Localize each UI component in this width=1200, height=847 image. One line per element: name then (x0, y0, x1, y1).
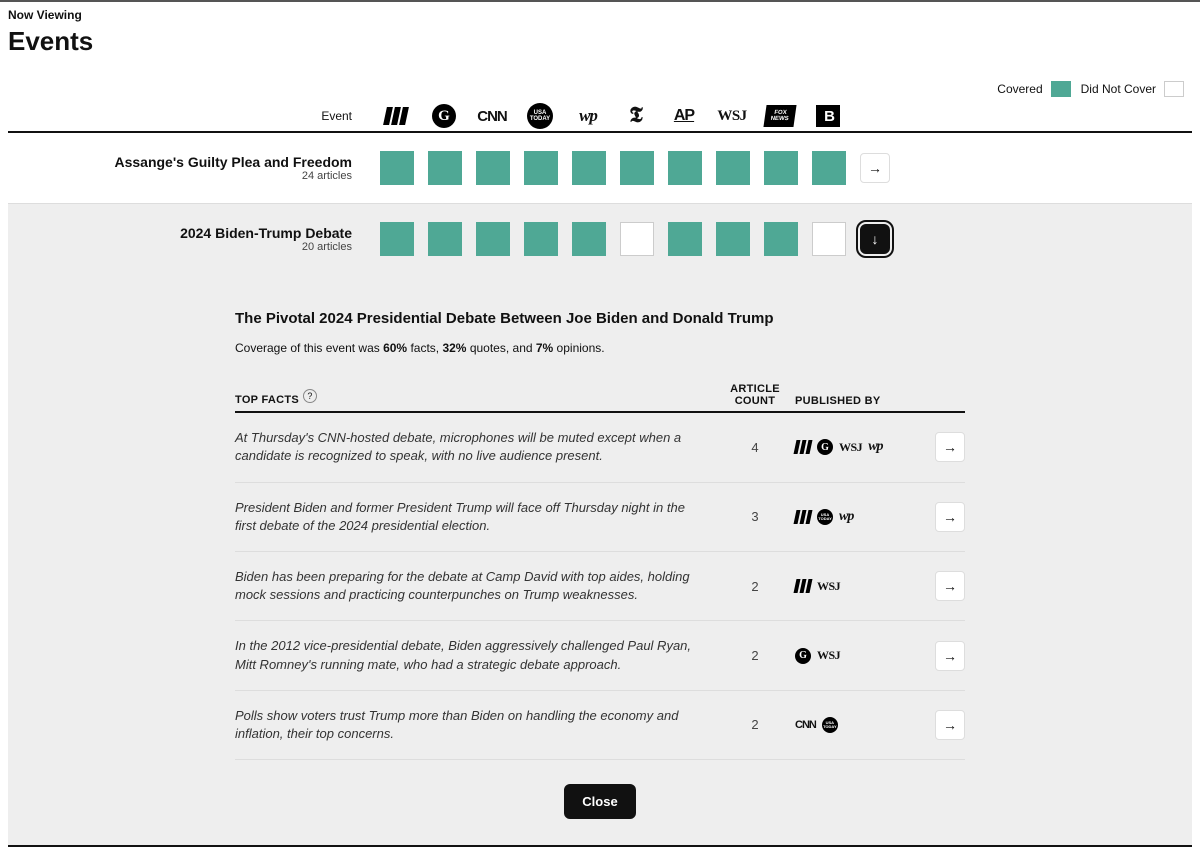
fact-expand-button[interactable]: → (935, 641, 965, 671)
fact-row: At Thursday's CNN-hosted debate, microph… (235, 413, 965, 482)
fact-count: 2 (715, 579, 795, 594)
outlet-usatoday-icon: USATODAY (524, 103, 556, 129)
legend-notcovered-label: Did Not Cover (1081, 82, 1156, 96)
fact-expand-button[interactable]: → (935, 571, 965, 601)
legend-covered-label: Covered (997, 82, 1042, 96)
outlet-wapo-icon: wp (572, 103, 604, 129)
coverage-cell[interactable] (620, 151, 654, 185)
outlet-nyt-icon: 𝕿 (620, 103, 652, 129)
coverage-cell[interactable] (812, 151, 846, 185)
detail-summary: Coverage of this event was 60% facts, 32… (235, 341, 965, 355)
coverage-cell[interactable] (476, 222, 510, 256)
fact-publishers: G WSJ wp (795, 439, 915, 455)
fact-publishers: G WSJ (795, 648, 915, 664)
publisher-guard-icon: G (817, 439, 833, 455)
coverage-cell[interactable] (428, 151, 462, 185)
legend-covered-swatch (1051, 81, 1071, 97)
now-viewing-label: Now Viewing (8, 8, 1192, 22)
publisher-wsj-icon: WSJ (839, 439, 862, 455)
fact-row: In the 2012 vice-presidential debate, Bi… (235, 621, 965, 690)
coverage-cell[interactable] (380, 222, 414, 256)
fact-expand-button[interactable]: → (935, 432, 965, 462)
coverage-cell[interactable] (572, 151, 606, 185)
coverage-cell[interactable] (572, 222, 606, 256)
detail-heading: The Pivotal 2024 Presidential Debate Bet… (235, 310, 965, 327)
coverage-cell[interactable] (524, 151, 558, 185)
event-column-header: Event (8, 109, 366, 123)
publisher-usa-icon: USATODAY (817, 509, 833, 525)
publisher-wsj-icon: WSJ (817, 578, 840, 594)
coverage-cell[interactable] (428, 222, 462, 256)
col-top-facts: Top Facts (235, 394, 299, 406)
event-article-count: 20 articles (8, 241, 352, 253)
publisher-huff-icon (795, 509, 811, 525)
col-published-by: Published By (795, 395, 881, 407)
fact-publishers: CNN USATODAY (795, 717, 915, 733)
outlet-fox-icon: FOXNEWS (764, 103, 796, 129)
fact-row: President Biden and former President Tru… (235, 483, 965, 552)
coverage-cell[interactable] (620, 222, 654, 256)
coverage-cell[interactable] (380, 151, 414, 185)
col-article: Article (730, 383, 780, 395)
event-row: Assange's Guilty Plea and Freedom24 arti… (8, 133, 1192, 203)
publisher-guard-icon: G (795, 648, 811, 664)
fact-row: Polls show voters trust Trump more than … (235, 691, 965, 760)
fact-text: In the 2012 vice-presidential debate, Bi… (235, 637, 715, 673)
event-row: 2024 Biden-Trump Debate20 articles ↓ (8, 203, 1192, 274)
outlet-guardian-icon: G (428, 103, 460, 129)
coverage-cell[interactable] (716, 151, 750, 185)
fact-row: Biden has been preparing for the debate … (235, 552, 965, 621)
fact-expand-button[interactable]: → (935, 502, 965, 532)
publisher-wsj-icon: WSJ (817, 648, 840, 664)
fact-count: 2 (715, 717, 795, 732)
outlet-ap-icon: AP (668, 103, 700, 129)
coverage-cell[interactable] (716, 222, 750, 256)
outlet-cnn-icon: CNN (476, 103, 508, 129)
fact-publishers: USATODAY wp (795, 509, 915, 525)
fact-count: 4 (715, 440, 795, 455)
coverage-cell[interactable] (764, 151, 798, 185)
coverage-cell[interactable] (476, 151, 510, 185)
fact-expand-button[interactable]: → (935, 710, 965, 740)
publisher-huff-icon (795, 439, 811, 455)
close-button[interactable]: Close (564, 784, 635, 819)
coverage-cell[interactable] (668, 151, 702, 185)
fact-count: 3 (715, 509, 795, 524)
legend: Covered Did Not Cover (8, 81, 1192, 97)
event-title: 2024 Biden-Trump Debate (8, 225, 352, 241)
fact-text: President Biden and former President Tru… (235, 499, 715, 535)
fact-publishers: WSJ (795, 578, 915, 594)
coverage-cell[interactable] (812, 222, 846, 256)
event-detail-panel: The Pivotal 2024 Presidential Debate Bet… (8, 274, 1192, 847)
column-headers: Event G CNN USATODAY wp 𝕿 AP WSJ FOXNEWS… (8, 103, 1192, 133)
legend-notcovered-swatch (1164, 81, 1184, 97)
outlet-huffpost-icon (380, 103, 412, 129)
publisher-wp-icon: wp (839, 509, 853, 525)
fact-count: 2 (715, 648, 795, 663)
publisher-usa-icon: USATODAY (822, 717, 838, 733)
expand-button[interactable]: → (860, 153, 890, 183)
info-icon[interactable]: ? (303, 389, 317, 403)
publisher-huff-icon (795, 578, 811, 594)
event-article-count: 24 articles (8, 170, 352, 182)
coverage-cell[interactable] (764, 222, 798, 256)
fact-text: Polls show voters trust Trump more than … (235, 707, 715, 743)
outlet-breitbart-icon: B (812, 103, 844, 129)
col-count: Count (735, 395, 776, 407)
fact-text: Biden has been preparing for the debate … (235, 568, 715, 604)
coverage-cell[interactable] (668, 222, 702, 256)
event-title: Assange's Guilty Plea and Freedom (8, 154, 352, 170)
publisher-cnn-icon: CNN (795, 717, 816, 733)
page-title: Events (8, 26, 1192, 57)
coverage-cell[interactable] (524, 222, 558, 256)
publisher-wp-icon: wp (868, 439, 882, 455)
outlet-wsj-icon: WSJ (716, 103, 748, 129)
collapse-button[interactable]: ↓ (860, 224, 890, 254)
fact-text: At Thursday's CNN-hosted debate, microph… (235, 429, 715, 465)
